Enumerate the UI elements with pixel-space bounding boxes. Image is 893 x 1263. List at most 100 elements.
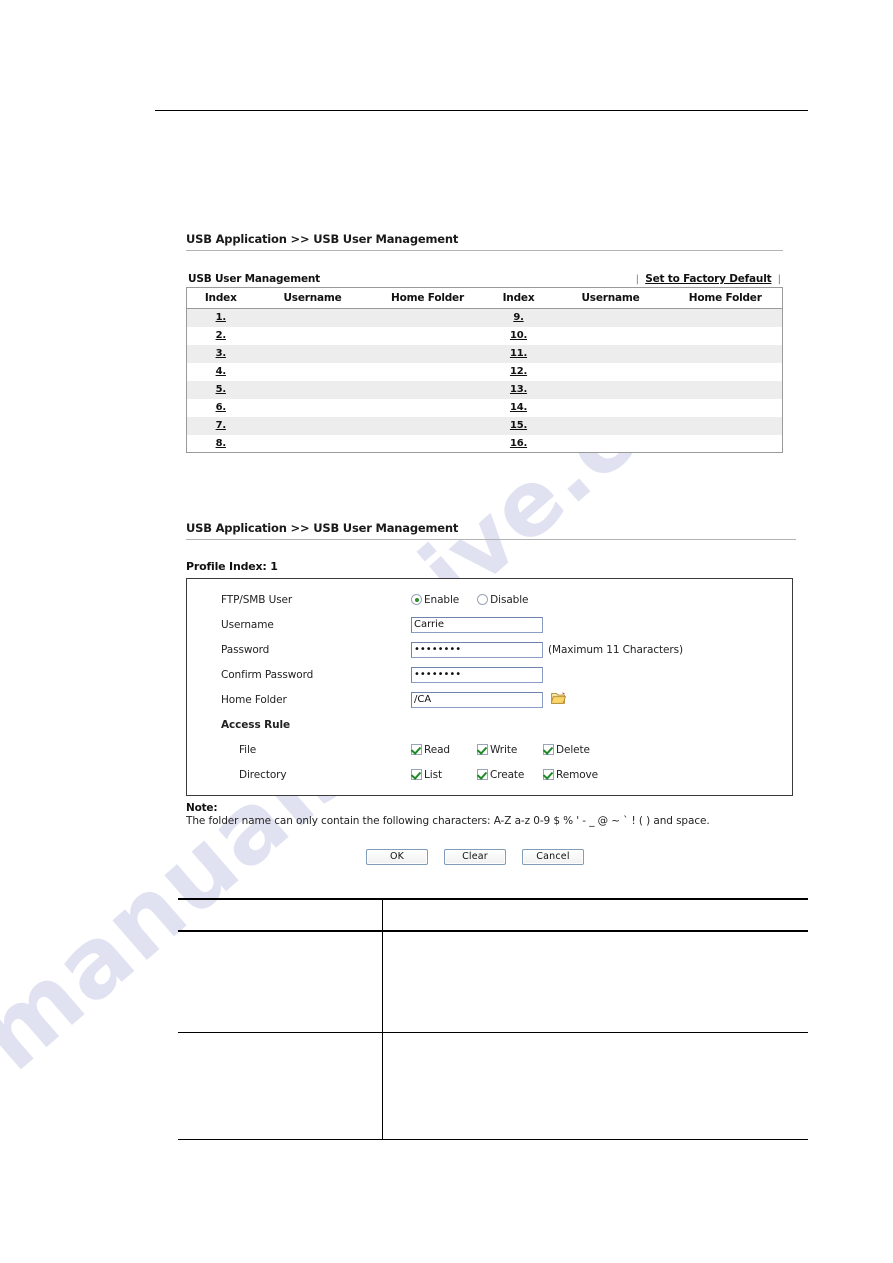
radio-disable-indicator[interactable] [477,594,489,605]
password-input[interactable] [411,641,543,658]
home-folder-input[interactable] [411,691,543,708]
index-link-right[interactable]: 14. [510,402,527,413]
page-header-rule [155,110,808,111]
usb-user-management-list-screenshot: USB Application >> USB User Management U… [186,232,783,453]
username-cell-left [254,308,371,327]
separator-left: | [635,274,640,285]
directory-label: Directory [239,768,287,781]
radio-enable-indicator[interactable] [411,594,422,605]
checkbox-indicator[interactable] [411,769,422,780]
description-table [178,898,808,1140]
username-cell-left [254,416,371,435]
username-cell-right [553,435,669,453]
index-link-left[interactable]: 7. [186,416,255,435]
checkbox-indicator[interactable] [477,744,488,755]
home-folder-cell-left [370,344,485,363]
ok-button[interactable]: OK [366,849,428,865]
factory-default-wrap: | Set to Factory Default | [636,273,781,285]
username-label: Username [221,618,274,631]
breadcrumb-profile: USB Application >> USB User Management [186,521,459,535]
index-link-right[interactable]: 16. [510,438,527,449]
index-link-right[interactable]: 15. [484,416,553,435]
index-link-left[interactable]: 7. [216,420,227,431]
form-row-confirm-password: Confirm Password [187,662,792,687]
username-input[interactable] [411,616,543,633]
table-header-row: Index Username Home Folder Index Usernam… [186,287,783,309]
checkbox-indicator[interactable] [477,769,488,780]
index-link-right[interactable]: 10. [485,327,553,345]
table-row: 7. 15. [186,416,783,435]
checkbox-indicator[interactable] [411,744,422,755]
set-to-factory-default-link[interactable]: Set to Factory Default [642,273,774,285]
form-row-ftp-smb-user: FTP/SMB User Enable Disable [187,587,792,612]
index-link-left[interactable]: 2. [187,327,255,345]
file-delete-checkbox[interactable]: Delete [543,744,609,756]
username-cell-right [552,380,669,399]
radio-enable[interactable]: Enable [411,594,459,606]
form-row-directory-permissions: Directory List Create Remove [187,762,792,787]
index-link-left[interactable]: 6. [187,399,255,417]
ftp-smb-radio-group: Enable Disable [411,594,546,606]
directory-create-checkbox[interactable]: Create [477,769,543,781]
index-link-left[interactable]: 3. [186,344,255,363]
index-link-left[interactable]: 4. [216,366,227,377]
index-link-left[interactable]: 5. [186,380,255,399]
index-link-left[interactable]: 8. [187,435,255,453]
index-link-right[interactable]: 10. [510,330,527,341]
clear-button[interactable]: Clear [444,849,506,865]
checkbox-indicator[interactable] [543,769,554,780]
index-link-right[interactable]: 12. [510,366,527,377]
description-row2-col1 [178,1033,382,1139]
radio-enable-label: Enable [424,593,460,606]
file-permission-group: Read Write Delete [411,744,609,756]
index-link-right[interactable]: 13. [484,380,553,399]
form-row-username: Username [187,612,792,637]
file-write-checkbox[interactable]: Write [477,744,543,756]
index-link-left[interactable]: 2. [216,330,227,341]
table-row: 8. 16. [187,435,783,453]
radio-disable-label: Disable [490,593,529,606]
index-link-right[interactable]: 16. [485,435,553,453]
index-link-left[interactable]: 5. [216,384,227,395]
index-link-right[interactable]: 14. [485,399,553,417]
index-link-right[interactable]: 11. [510,348,527,359]
password-label: Password [221,643,270,656]
index-link-left[interactable]: 6. [216,402,227,413]
username-cell-right [552,344,669,363]
checkbox-indicator[interactable] [543,744,554,755]
index-link-left[interactable]: 1. [186,308,255,327]
cancel-button[interactable]: Cancel [522,849,584,865]
index-link-right[interactable]: 9. [484,308,553,327]
usb-user-index-table: Index Username Home Folder Index Usernam… [186,287,783,453]
directory-remove-checkbox[interactable]: Remove [543,769,609,781]
col-header-username-right: Username [552,287,669,309]
col-header-index-right: Index [484,287,553,309]
index-link-right[interactable]: 13. [510,384,527,395]
list-toolbar: USB User Management | Set to Factory Def… [186,273,783,287]
index-link-left[interactable]: 1. [216,312,227,323]
home-folder-cell-right [668,308,783,327]
home-folder-cell-left [370,380,485,399]
description-table-bottom-rule [178,1139,808,1140]
col-header-index-left: Index [186,287,255,309]
home-folder-cell-right [668,344,783,363]
index-link-right[interactable]: 11. [484,344,553,363]
radio-disable[interactable]: Disable [477,593,529,606]
index-link-left[interactable]: 3. [216,348,227,359]
username-cell-right [553,363,669,381]
index-link-left[interactable]: 8. [216,438,227,449]
index-link-right[interactable]: 9. [513,312,524,323]
separator-right: | [777,274,781,285]
index-link-left[interactable]: 4. [187,363,255,381]
username-cell-right [553,327,669,345]
username-cell-right [553,399,669,417]
form-button-row: OK Clear Cancel [186,849,796,865]
index-link-right[interactable]: 12. [485,363,553,381]
usb-user-profile-screenshot: USB Application >> USB User Management P… [186,521,796,865]
index-link-right[interactable]: 15. [510,420,527,431]
folder-icon[interactable] [550,690,567,709]
file-read-checkbox[interactable]: Read [411,744,477,756]
confirm-password-input[interactable] [411,666,543,683]
directory-list-checkbox[interactable]: List [411,769,477,781]
home-folder-cell-left [370,416,485,435]
